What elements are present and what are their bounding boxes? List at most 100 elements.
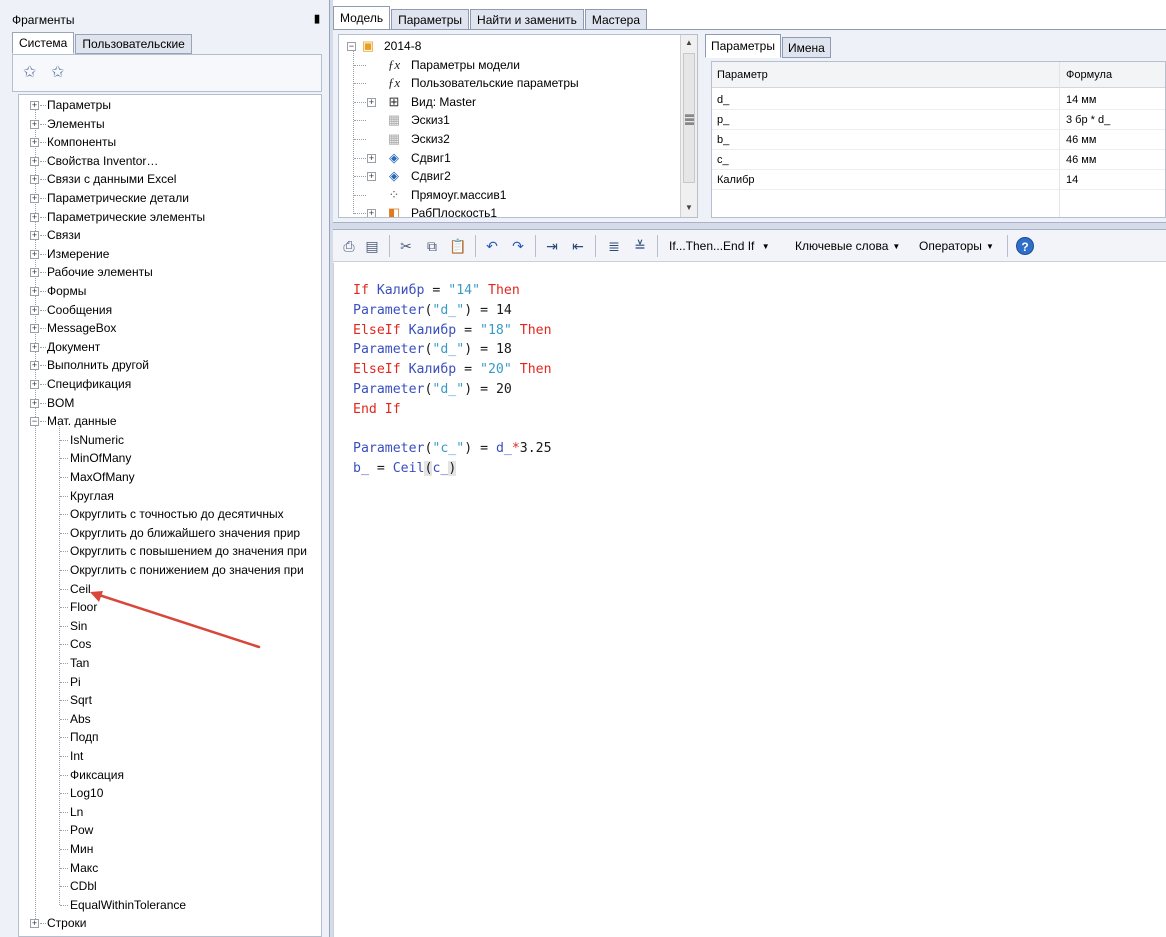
expand-icon[interactable]: + (367, 153, 376, 163)
tree-category[interactable]: + Параметрические элементы (19, 208, 321, 226)
print-icon[interactable]: ⎙ (339, 236, 359, 256)
expand-icon[interactable]: + (30, 231, 39, 241)
table-row[interactable]: d_ 14 мм (712, 90, 1165, 110)
tree-category[interactable]: + Сообщения (19, 301, 321, 319)
code-line[interactable]: Parameter("c_") = d_*3.25 (353, 439, 552, 459)
tree-category[interactable]: + Элементы (19, 115, 321, 133)
tab-params[interactable]: Параметры (705, 34, 781, 58)
model-tree-item[interactable]: ▦ Эскиз2 (339, 130, 679, 148)
code-line[interactable]: b_ = Ceil(c_) (353, 459, 457, 479)
model-tree-item[interactable]: ƒx Пользовательские параметры (339, 74, 679, 92)
copy-icon[interactable]: ⧉ (423, 236, 441, 256)
tree-function-item[interactable]: Sin (19, 617, 321, 635)
expand-icon[interactable]: + (30, 175, 39, 185)
tree-function-item[interactable]: Log10 (19, 784, 321, 802)
if-then-snippet-button[interactable]: If...Then...End If ▼ (669, 236, 770, 256)
model-tree-item[interactable]: + ◈ Сдвиг2 (339, 167, 679, 185)
tree-function-item[interactable]: Cos (19, 635, 321, 653)
column-header-parameter[interactable]: Параметр (717, 62, 768, 88)
collapse-icon[interactable]: − (30, 417, 39, 427)
edit-favorite-icon[interactable]: ✩ (51, 64, 71, 82)
tree-function-item[interactable]: CDbl (19, 877, 321, 895)
tree-function-item[interactable]: Abs (19, 710, 321, 728)
model-tree-item[interactable]: + ◈ Сдвиг1 (339, 149, 679, 167)
expand-icon[interactable]: + (30, 138, 39, 148)
tab-model[interactable]: Модель (333, 6, 391, 30)
tree-function-item[interactable]: Подп (19, 728, 321, 746)
expand-icon[interactable]: + (30, 324, 39, 334)
tree-category[interactable]: + Формы (19, 282, 321, 300)
tree-function-item[interactable]: Ceil (19, 580, 321, 598)
tab-names[interactable]: Имена (781, 37, 831, 58)
tree-category[interactable]: + Связи с данными Excel (19, 170, 321, 188)
collapse-icon[interactable]: − (347, 42, 356, 51)
param-formula-cell[interactable]: 14 мм (1066, 90, 1096, 110)
undo-icon[interactable]: ↶ (483, 236, 501, 256)
expand-icon[interactable]: + (30, 212, 39, 222)
table-row[interactable]: p_ 3 бр * d_ (712, 110, 1165, 130)
comment-icon[interactable]: ≣ (605, 236, 623, 256)
expand-icon[interactable]: + (30, 305, 39, 315)
code-line[interactable]: Parameter("d_") = 20 (353, 380, 512, 400)
expand-icon[interactable]: + (30, 156, 39, 166)
table-row[interactable]: Калибр 14 (712, 170, 1165, 190)
tree-function-item[interactable]: Округлить с повышением до значения при (19, 542, 321, 560)
scroll-thumb[interactable]: ▬ ▬ ▬ (683, 53, 695, 183)
copy-doc-icon[interactable]: ▤ (363, 236, 381, 256)
tree-category[interactable]: + Компоненты (19, 133, 321, 151)
param-formula-cell[interactable]: 46 мм (1066, 130, 1096, 150)
tab-wizards[interactable]: Мастера (584, 9, 648, 30)
tree-function-item[interactable]: IsNumeric (19, 431, 321, 449)
tree-function-item[interactable]: Макс (19, 859, 321, 877)
column-header-formula[interactable]: Формула (1066, 62, 1112, 88)
help-icon[interactable]: ? (1016, 237, 1034, 255)
expand-icon[interactable]: + (30, 919, 39, 929)
expand-icon[interactable]: + (30, 361, 39, 371)
tree-category[interactable]: − Мат. данные (19, 412, 321, 430)
tree-category[interactable]: + Спецификация (19, 375, 321, 393)
pin-icon[interactable]: ▮ (311, 12, 323, 26)
scroll-down-icon[interactable]: ▼ (681, 200, 697, 216)
tree-function-item[interactable]: Pi (19, 673, 321, 691)
tree-function-item[interactable]: Ln (19, 803, 321, 821)
code-line[interactable]: ElseIf Калибр = "20" Then (353, 360, 552, 380)
expand-icon[interactable]: + (367, 172, 376, 182)
tree-function-item[interactable]: MinOfMany (19, 449, 321, 467)
expand-icon[interactable]: + (30, 101, 39, 110)
expand-icon[interactable]: + (30, 342, 39, 352)
model-tree-item[interactable]: ƒx Параметры модели (339, 56, 679, 74)
param-formula-cell[interactable]: 3 бр * d_ (1066, 110, 1110, 130)
tree-category[interactable]: + Измерение (19, 245, 321, 263)
redo-icon[interactable]: ↷ (509, 236, 527, 256)
code-line[interactable]: End If (353, 400, 401, 420)
tree-function-item[interactable]: Круглая (19, 487, 321, 505)
tree-function-item[interactable]: Округлить до ближайшего значения прир (19, 524, 321, 542)
tab-custom[interactable]: Пользовательские (75, 34, 192, 54)
tab-parameters[interactable]: Параметры (391, 9, 470, 30)
tree-function-item[interactable]: Округлить с точностью до десятичных (19, 505, 321, 523)
model-tree-item[interactable]: ▦ Эскиз1 (339, 111, 679, 129)
expand-icon[interactable]: + (30, 380, 39, 389)
tree-category[interactable]: + Свойства Inventor… (19, 152, 321, 170)
tree-function-item[interactable]: Фиксация (19, 766, 321, 784)
tree-category[interactable]: + Выполнить другой (19, 356, 321, 374)
tree-category[interactable]: + MessageBox (19, 319, 321, 337)
uncomment-icon[interactable]: ≚ (631, 236, 649, 256)
scroll-up-icon[interactable]: ▲ (681, 35, 697, 51)
code-line[interactable]: Parameter("d_") = 14 (353, 301, 512, 321)
tree-category[interactable]: + Связи (19, 226, 321, 244)
tree-category[interactable]: + Документ (19, 338, 321, 356)
splitter[interactable] (333, 222, 1166, 230)
model-tree-item[interactable]: + ⊞ Вид: Master (339, 93, 679, 111)
expand-icon[interactable]: + (30, 119, 39, 129)
add-favorite-icon[interactable]: ✩ (23, 64, 43, 82)
paste-icon[interactable]: 📋 (449, 236, 467, 256)
table-row[interactable]: b_ 46 мм (712, 130, 1165, 150)
code-line[interactable]: Parameter("d_") = 18 (353, 340, 512, 360)
expand-icon[interactable]: + (30, 398, 39, 408)
tree-function-item[interactable]: Tan (19, 654, 321, 672)
code-line[interactable]: ElseIf Калибр = "18" Then (353, 321, 552, 341)
param-formula-cell[interactable]: 14 (1066, 170, 1078, 190)
model-tree-item[interactable]: − ▣ 2014-8 (339, 37, 679, 55)
tab-system[interactable]: Система (12, 32, 75, 54)
